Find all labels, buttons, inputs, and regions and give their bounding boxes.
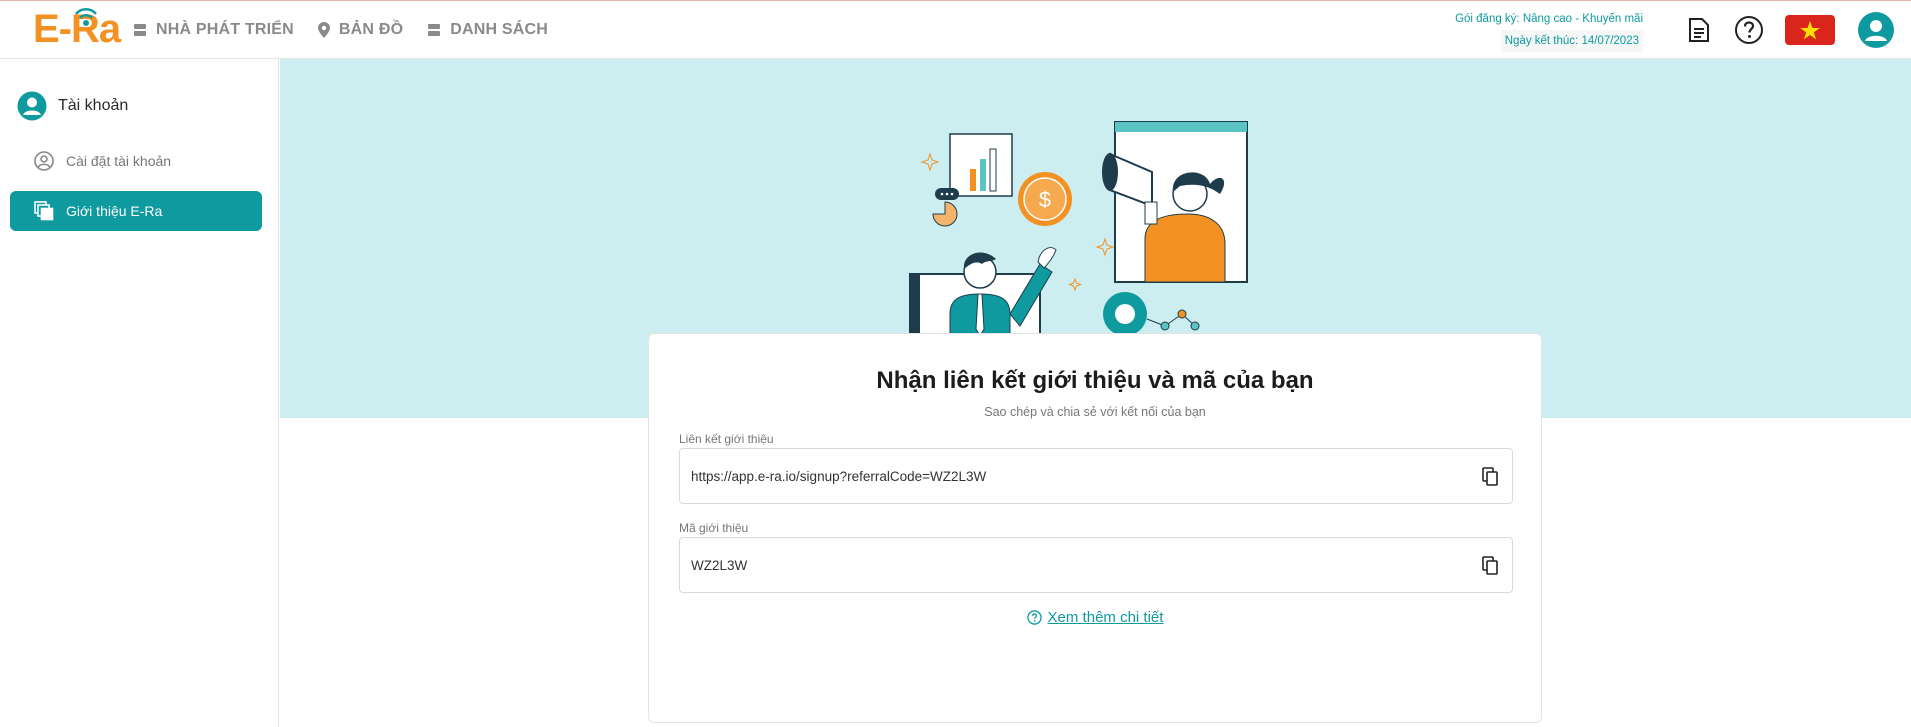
referral-code-label: Mã giới thiệu [679, 521, 749, 535]
era-logo[interactable]: E-Ra [33, 7, 121, 51]
nav-map[interactable]: BẢN ĐỒ [317, 20, 404, 39]
referral-subtitle: Sao chép và chia sẻ với kết nối của bạn [984, 405, 1206, 419]
user-menu-button[interactable] [1857, 11, 1895, 49]
header-actions [1685, 1, 1911, 58]
nav-list-label: DANH SÁCH [450, 20, 549, 38]
referral-title: Nhận liên kết giới thiệu và mã của bạn [876, 367, 1314, 394]
marketing-illustration: $ [909, 121, 1248, 344]
subscription-info: Gói đăng ký: Nâng cao - Khuyến mãi Ngày … [1455, 8, 1643, 52]
copy-stack-icon [34, 201, 54, 221]
nav-list[interactable]: DANH SÁCH [427, 21, 548, 39]
sidebar-title: Tài khoản [17, 91, 128, 121]
svg-text:$: $ [1039, 187, 1051, 212]
sidebar-item-label: Giới thiệu E-Ra [66, 203, 163, 219]
main-content: $ Nhận liên kết giới thiệu và mã của bạn… [280, 59, 1911, 727]
help-button[interactable] [1733, 15, 1765, 45]
account-icon [17, 91, 47, 121]
referral-code-field[interactable]: WZ2L3W [679, 537, 1513, 593]
document-button[interactable] [1685, 17, 1713, 43]
plan-name: Gói đăng ký: Nâng cao - Khuyến mãi [1455, 13, 1643, 25]
layers-icon [134, 23, 146, 36]
copy-code-icon[interactable] [1482, 556, 1498, 575]
referral-card: Nhận liên kết giới thiệu và mã của bạn S… [648, 333, 1542, 723]
sidebar-item-era-referral[interactable]: Giới thiệu E-Ra [10, 191, 262, 231]
help-icon [1735, 15, 1763, 44]
user-circle-icon [34, 151, 54, 171]
main-nav: NHÀ PHÁT TRIỂN BẢN ĐỒ DANH SÁCH [133, 1, 572, 58]
nav-developer[interactable]: NHÀ PHÁT TRIỂN [133, 21, 294, 39]
sidebar-title-label: Tài khoản [58, 97, 129, 114]
see-more-label: Xem thêm chi tiết [1047, 609, 1164, 626]
see-more-link[interactable]: Xem thêm chi tiết [649, 609, 1541, 626]
wifi-icon [75, 8, 97, 26]
document-icon [1689, 17, 1709, 42]
referral-link-label: Liên kết giới thiệu [679, 432, 774, 446]
sidebar-item-account-settings[interactable]: Cài đặt tài khoản [10, 141, 262, 181]
top-bar: E-Ra NHÀ PHÁT TRIỂN BẢN ĐỒ DANH SÁCH Gói… [0, 0, 1911, 59]
sidebar: Tài khoản Cài đặt tài khoản Giới thiệu E… [0, 59, 279, 727]
nav-developer-label: NHÀ PHÁT TRIỂN [156, 20, 294, 38]
referral-code-value: WZ2L3W [691, 557, 748, 573]
help-circle-icon [1026, 610, 1042, 625]
sidebar-item-label: Cài đặt tài khoản [66, 153, 172, 169]
language-button[interactable] [1785, 14, 1835, 45]
vietnam-flag-icon [1785, 14, 1835, 45]
plan-end-date: Ngày kết thúc: 14/07/2023 [1500, 30, 1643, 52]
nav-map-label: BẢN ĐỒ [338, 20, 404, 38]
referral-link-field[interactable]: https://app.e-ra.io/signup?referralCode=… [679, 448, 1513, 504]
user-avatar-icon [1858, 11, 1894, 48]
copy-link-icon[interactable] [1482, 467, 1498, 486]
map-pin-icon [317, 21, 330, 38]
referral-link-value: https://app.e-ra.io/signup?referralCode=… [691, 468, 987, 484]
list-icon [428, 23, 441, 36]
